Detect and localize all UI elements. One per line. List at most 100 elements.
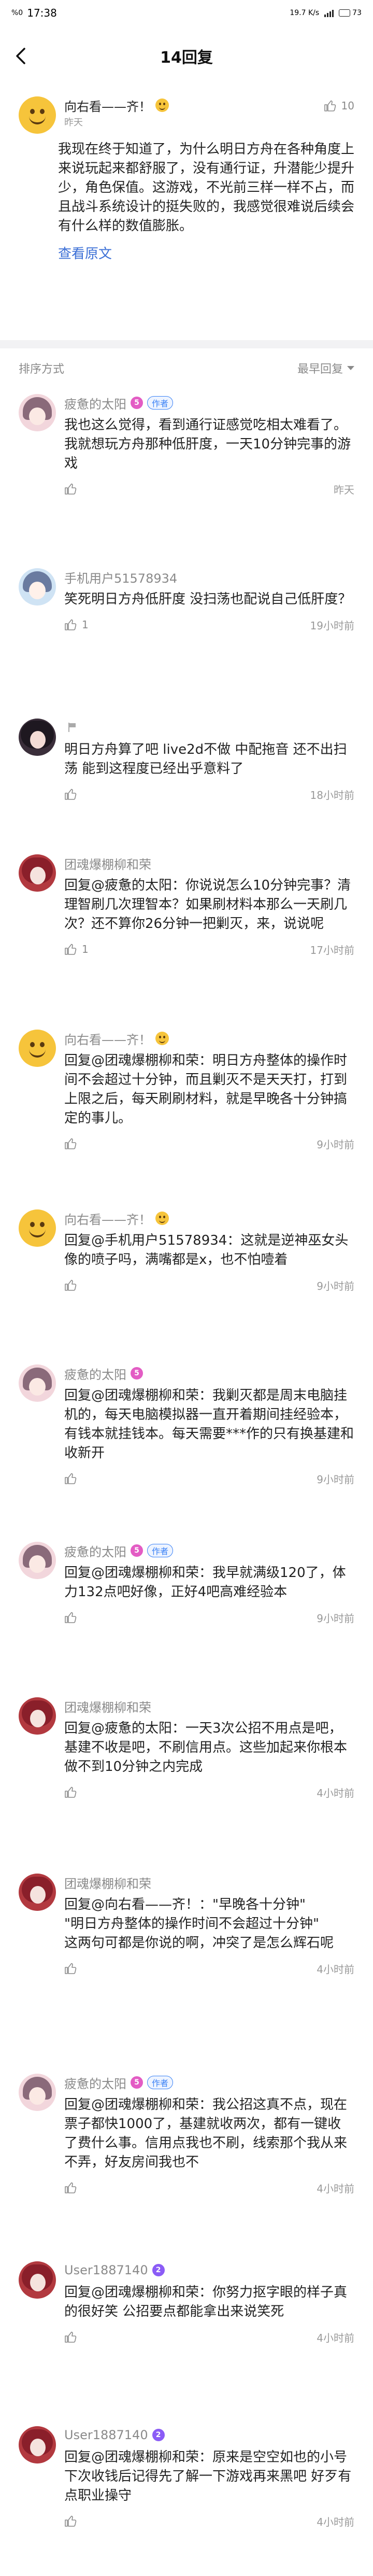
avatar[interactable]	[19, 2074, 56, 2111]
like-button[interactable]: 1	[64, 618, 89, 631]
like-button[interactable]: 10	[324, 100, 354, 112]
reply-author[interactable]: 向右看——齐！	[64, 1030, 151, 1048]
reply-body: 明日方舟算了吧 live2d不做 中配拖音 还不出扫荡 能到这程度已经出乎意料了	[64, 742, 347, 777]
reply-item: 疲惫的太阳 5 作者 我也这么觉得，看到通行证感觉吃相太难看了。我就想玩方舟那种低肝度…	[0, 394, 373, 499]
author-name[interactable]: 向右看——齐！	[64, 96, 151, 115]
like-count: 1	[82, 943, 89, 955]
avatar[interactable]	[19, 1697, 56, 1735]
emoji-badge-icon	[155, 98, 169, 112]
reply-time: 4小时前	[317, 1786, 354, 1799]
reply-author[interactable]: 疲惫的太阳	[64, 394, 126, 412]
reply-body: 回复@团魂爆棚柳和荣：我早就满级120了，体力132点吧好像，正好4吧高难经验本	[64, 1565, 346, 1600]
reply-time: 9小时前	[317, 1473, 354, 1486]
reply-time: 17小时前	[310, 944, 354, 956]
thumbs-up-icon	[65, 483, 77, 495]
reply-time: 4小时前	[317, 1963, 354, 1976]
thumbs-up-icon	[65, 1473, 77, 1484]
avatar[interactable]	[19, 96, 56, 134]
reply-time: 4小时前	[317, 2331, 354, 2344]
reply-body: 回复@团魂爆棚柳和荣：我公招这真不点，现在票子都快1000了，基建就收两次，都有…	[64, 2097, 348, 2170]
avatar[interactable]	[19, 2426, 56, 2464]
sort-dropdown[interactable]: 最早回复	[297, 360, 354, 376]
avatar[interactable]	[19, 1364, 56, 1402]
avatar[interactable]	[19, 1542, 56, 1579]
reply-item: 团魂爆棚柳和荣回复@向右看——齐！："早晚各十分钟" "明日方舟整体的操作时间不…	[0, 1874, 373, 1979]
like-button[interactable]	[64, 1612, 82, 1623]
avatar[interactable]	[19, 394, 56, 431]
like-button[interactable]	[64, 2182, 82, 2193]
reply-time: 9小时前	[317, 1279, 354, 1292]
view-original-link[interactable]: 查看原文	[58, 243, 354, 262]
reply-body: 回复@手机用户51578934：这就是逆神巫女头像的喷子吗，满嘴都是x，也不怕噎…	[64, 1233, 349, 1268]
author-tag: 作者	[147, 396, 174, 410]
reply-author[interactable]: 手机用户51578934	[64, 568, 177, 586]
thumbs-up-icon	[324, 100, 336, 111]
reply-item: 向右看——齐！ 回复@手机用户51578934：这就是逆神巫女头像的喷子吗，满嘴都…	[0, 1209, 373, 1296]
reply-time: 9小时前	[317, 1138, 354, 1151]
thumbs-up-icon	[65, 1963, 77, 1974]
flag-icon	[68, 723, 77, 732]
like-button[interactable]	[64, 483, 82, 495]
avatar[interactable]	[19, 1030, 56, 1067]
reply-body: 回复@疲惫的太阳：一天3次公招不用点是吧，基建不收是吧，不刷信用点。这些加起来你…	[64, 1721, 348, 1775]
level-badge: 2	[152, 2429, 165, 2441]
reply-author[interactable]: 疲惫的太阳	[64, 2074, 126, 2092]
thumbs-up-icon	[65, 619, 77, 630]
avatar[interactable]	[19, 1209, 56, 1247]
reply-item: 疲惫的太阳 5 作者 回复@团魂爆棚柳和荣：我早就满级120了，体力132点吧好像，正…	[0, 1542, 373, 1628]
reply-author[interactable]: 疲惫的太阳	[64, 1542, 126, 1560]
avatar[interactable]	[19, 568, 56, 606]
reply-item: 团魂爆棚柳和荣回复@疲惫的太阳：一天3次公招不用点是吧，基建不收是吧，不刷信用点…	[0, 1697, 373, 1803]
thumbs-up-icon	[65, 1138, 77, 1149]
original-post: 向右看——齐！ 昨天 10 我现在终于知道了，为什么明日方舟在各种角度上来说玩起…	[0, 96, 373, 262]
reply-item: 疲惫的太阳 5 作者 回复@团魂爆棚柳和荣：我公招这真不点，现在票子都快1000了，基…	[0, 2074, 373, 2198]
level-badge: 5	[131, 1367, 143, 1380]
sort-label: 排序方式	[19, 363, 65, 376]
chevron-left-icon	[16, 48, 25, 64]
author-tag: 作者	[147, 1544, 174, 1557]
like-button[interactable]	[64, 1786, 82, 1798]
reply-time: 9小时前	[317, 1612, 354, 1625]
back-button[interactable]	[10, 46, 31, 66]
battery-level: 73	[352, 9, 362, 17]
like-button[interactable]	[64, 1279, 82, 1291]
like-button[interactable]	[64, 1473, 82, 1484]
thumbs-up-icon	[65, 944, 77, 955]
reply-item: 疲惫的太阳 5 回复@团魂爆棚柳和荣：我剿灭都是周末电脑挂机的，每天电脑模拟器一直开…	[0, 1364, 373, 1489]
avatar[interactable]	[19, 854, 56, 892]
thumbs-up-icon	[65, 2182, 77, 2193]
reply-author[interactable]: 团魂爆棚柳和荣	[64, 1697, 151, 1715]
like-button[interactable]	[64, 2515, 82, 2527]
reply-body: 回复@向右看——齐！："早晚各十分钟" "明日方舟整体的操作时间不会超过十分钟"…	[64, 1897, 334, 1951]
reply-author[interactable]: 向右看——齐！	[64, 1209, 151, 1228]
avatar[interactable]	[19, 2261, 56, 2299]
reply-time: 18小时前	[310, 789, 354, 801]
reply-item: User1887140 2 回复@团魂爆棚柳和荣：原来是空空如也的小号 下次收钱后记…	[0, 2426, 373, 2531]
avatar[interactable]	[19, 1874, 56, 1911]
like-button[interactable]	[64, 789, 82, 800]
reply-item: 手机用户51578934 笑死明日方舟低肝度 没扫荡也配说自己低肝度？ 1 19小时前	[0, 568, 373, 635]
reply-body: 回复@团魂爆棚柳和荣：明日方舟整体的操作时间不会超过十分钟，而且剿灭不是天天打，…	[64, 1053, 348, 1126]
reply-author[interactable]: User1887140	[64, 2263, 148, 2277]
signal-icon	[324, 9, 334, 17]
thumbs-up-icon	[65, 1279, 77, 1291]
avatar[interactable]	[19, 719, 56, 756]
reply-body: 回复@疲惫的太阳：你说说怎么10分钟完事？清理智刷几次理智本？如果刷材料本那么一…	[64, 878, 351, 932]
like-button[interactable]	[64, 1138, 82, 1149]
reply-author[interactable]: 疲惫的太阳	[64, 1364, 126, 1383]
level-badge: 2	[152, 2264, 165, 2276]
reply-body: 回复@团魂爆棚柳和荣：原来是空空如也的小号 下次收钱后记得先了解一下游戏再来黑吧…	[64, 2450, 352, 2503]
like-count: 10	[341, 100, 354, 112]
reply-author[interactable]: 团魂爆棚柳和荣	[64, 854, 151, 872]
thumbs-up-icon	[65, 1786, 77, 1798]
reply-author[interactable]: 团魂爆棚柳和荣	[64, 1874, 151, 1892]
battery-icon: 73	[339, 9, 362, 17]
thumbs-up-icon	[65, 789, 77, 800]
like-button[interactable]: 1	[64, 943, 89, 955]
like-button[interactable]	[64, 2331, 82, 2343]
like-count: 1	[82, 618, 89, 631]
level-badge: 5	[131, 397, 143, 409]
like-button[interactable]	[64, 1963, 82, 1974]
thumbs-up-icon	[65, 1612, 77, 1623]
reply-author[interactable]: User1887140	[64, 2428, 148, 2442]
